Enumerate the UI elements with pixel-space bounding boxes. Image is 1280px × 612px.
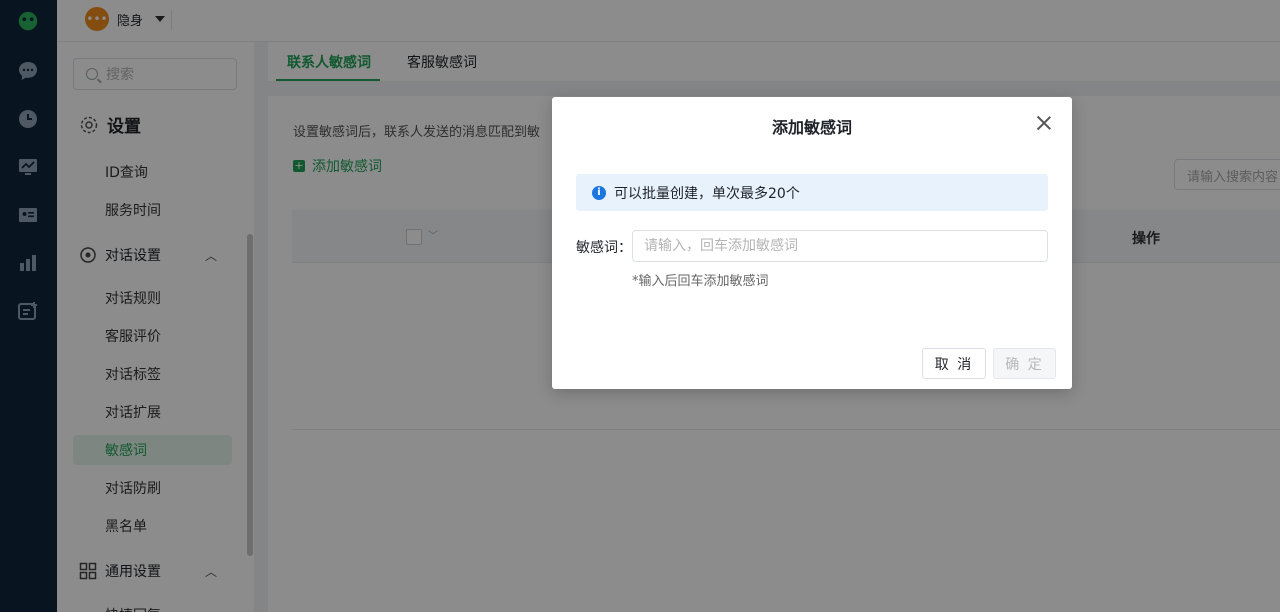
dialog-title: 添加敏感词 (771, 118, 852, 137)
cancel-button[interactable]: 取 消 (922, 348, 986, 379)
input-hint: *输入后回车添加敏感词 (632, 274, 769, 289)
close-icon[interactable] (1036, 115, 1052, 131)
sensitive-word-input[interactable] (632, 230, 1048, 262)
confirm-button[interactable]: 确 定 (993, 348, 1056, 379)
sensitive-word-label: 敏感词： (576, 240, 632, 256)
info-icon: i (592, 185, 606, 200)
add-sensitive-word-dialog: 添加敏感词 i 可以批量创建，单次最多20个 敏感词： *输入后回车添加敏感词 … (552, 97, 1072, 389)
info-tip: i 可以批量创建，单次最多20个 (576, 174, 1048, 211)
info-tip-text: 可以批量创建，单次最多20个 (614, 185, 800, 202)
